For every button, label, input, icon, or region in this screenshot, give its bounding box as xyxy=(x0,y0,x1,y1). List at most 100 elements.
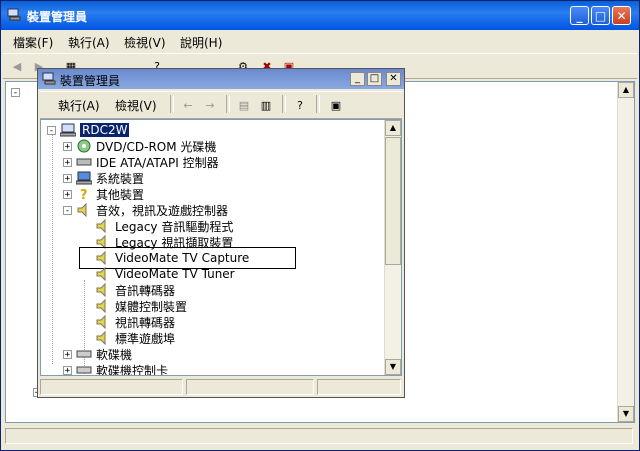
inner-update-driver-icon[interactable]: ▣ xyxy=(328,97,344,113)
inner-scroll-thumb[interactable] xyxy=(385,137,401,265)
child-videomate-capture[interactable]: VideoMate TV Capture xyxy=(95,250,249,266)
ide-expander[interactable]: + xyxy=(63,157,72,167)
system-expander[interactable]: + xyxy=(63,173,72,183)
outer-title: 裝置管理員 xyxy=(27,10,88,24)
tree-item-ide[interactable]: + IDE ATA/ATAPI 控制器 xyxy=(63,154,219,170)
child-video-codec-label: 視訊轉碼器 xyxy=(115,315,176,330)
inner-menu-action[interactable]: 執行(A) xyxy=(58,97,100,114)
child-legacy-audio-label: Legacy 音訊驅動程式 xyxy=(115,219,234,234)
inner-title: 裝置管理員 xyxy=(60,74,121,88)
inner-status-cell-3 xyxy=(317,379,401,395)
inner-close-button[interactable]: ✕ xyxy=(386,72,401,86)
speaker-icon xyxy=(96,219,106,233)
child-game-port[interactable]: 標準遊戲埠 xyxy=(95,330,175,346)
outer-vscroll[interactable]: ▲ ▼ xyxy=(617,82,634,422)
inner-menu-view[interactable]: 檢視(V) xyxy=(115,97,157,114)
menu-action[interactable]: 執行(A) xyxy=(68,34,110,51)
inner-vscroll[interactable]: ▲ ▼ xyxy=(384,120,401,375)
dvd-expander[interactable]: + xyxy=(63,141,72,151)
maximize-button[interactable]: □ xyxy=(591,6,610,25)
outer-scroll-up[interactable]: ▲ xyxy=(618,82,634,98)
outer-menubar: 檔案(F) 執行(A) 檢視(V) 說明(H) xyxy=(3,31,637,52)
child-audio-codec-label: 音訊轉碼器 xyxy=(115,283,176,298)
device-manager-icon xyxy=(7,8,21,21)
inner-statusbar xyxy=(40,377,402,397)
speaker-icon xyxy=(96,315,106,329)
speaker-icon xyxy=(96,251,106,265)
inner-status-cell-2 xyxy=(186,379,314,395)
show-hide-tree-icon[interactable]: ▥ xyxy=(258,97,274,113)
other-expander[interactable]: + xyxy=(63,189,72,199)
child-videomate-capture-label: VideoMate TV Capture xyxy=(115,251,250,265)
outer-statusbar xyxy=(3,426,637,448)
menu-view[interactable]: 檢視(V) xyxy=(124,34,166,51)
floppy-expander[interactable]: + xyxy=(63,349,72,359)
speaker-icon xyxy=(96,331,106,345)
inner-help-icon[interactable]: ? xyxy=(292,97,308,113)
sound-expander[interactable]: - xyxy=(63,205,72,215)
back-icon[interactable]: ◀ xyxy=(9,58,25,74)
child-media-control-label: 媒體控制裝置 xyxy=(115,299,188,314)
child-media-control[interactable]: 媒體控制裝置 xyxy=(95,298,187,314)
tree-item-dvd[interactable]: + DVD/CD-ROM 光碟機 xyxy=(63,138,216,154)
question-icon: ? xyxy=(80,188,88,201)
child-audio-codec[interactable]: 音訊轉碼器 xyxy=(95,282,175,298)
inner-maximize-button[interactable]: □ xyxy=(367,72,382,86)
child-video-codec[interactable]: 視訊轉碼器 xyxy=(95,314,175,330)
tree-item-other[interactable]: + ? 其他裝置 xyxy=(63,186,144,202)
computer-icon xyxy=(60,123,76,137)
speaker-icon xyxy=(96,267,106,281)
tree-item-floppy-label: 軟碟機 xyxy=(96,347,133,362)
menu-help[interactable]: 說明(H) xyxy=(180,34,222,51)
tree-item-sound-label: 音效，視訊及遊戲控制器 xyxy=(96,203,229,218)
tree-item-floppy-controller[interactable]: + 軟碟機控制卡 xyxy=(63,362,169,376)
floppy-controller-expander[interactable]: + xyxy=(63,365,72,375)
toolbar-separator-3 xyxy=(282,95,286,113)
tree-line xyxy=(52,134,53,364)
inner-tree: - RDC2W + DVD/CD-ROM 光碟機 + IDE ATA/ATAPI… xyxy=(40,119,402,376)
inner-device-manager-icon xyxy=(42,72,56,85)
tree-item-dvd-label: DVD/CD-ROM 光碟機 xyxy=(96,139,217,154)
tree-root-row[interactable]: - RDC2W xyxy=(47,122,130,138)
speaker-icon xyxy=(96,299,106,313)
toolbar-separator-4 xyxy=(316,95,320,113)
outer-status-cell xyxy=(5,428,633,444)
ide-icon xyxy=(76,158,92,166)
tree-item-sound[interactable]: - 音效，視訊及遊戲控制器 xyxy=(63,202,228,218)
inner-scroll-down[interactable]: ▼ xyxy=(385,359,401,375)
menu-file[interactable]: 檔案(F) xyxy=(13,34,53,51)
computer-icon xyxy=(76,171,92,185)
outer-scroll-down[interactable]: ▼ xyxy=(618,406,634,422)
inner-status-cell-1 xyxy=(40,379,183,395)
svg-text:?: ? xyxy=(80,188,88,201)
inner-back-icon[interactable]: ← xyxy=(180,97,196,113)
cdrom-icon xyxy=(77,139,91,153)
tree-item-system-label: 系統裝置 xyxy=(96,171,145,186)
inner-minimize-button[interactable]: _ xyxy=(350,72,365,86)
tree-item-system[interactable]: + 系統裝置 xyxy=(63,170,144,186)
close-button[interactable]: ✕ xyxy=(612,6,631,25)
inner-forward-icon[interactable]: → xyxy=(202,97,218,113)
child-game-port-label: 標準遊戲埠 xyxy=(115,331,176,346)
inner-window: 裝置管理員 _ □ ✕ 執行(A) 檢視(V) ← → ▤ ▥ ? ▣ - RD… xyxy=(37,68,405,398)
floppy-icon xyxy=(76,350,92,358)
tree-item-other-label: 其他裝置 xyxy=(96,187,145,202)
outer-root-expander[interactable]: - xyxy=(11,88,20,98)
up-folder-icon[interactable]: ▤ xyxy=(236,97,252,113)
floppy-controller-icon xyxy=(76,366,92,374)
tree-item-ide-label: IDE ATA/ATAPI 控制器 xyxy=(96,155,219,170)
toolbar-separator-2 xyxy=(226,95,230,113)
inner-scroll-up[interactable]: ▲ xyxy=(385,120,401,136)
root-expander[interactable]: - xyxy=(47,125,56,135)
speaker-icon xyxy=(96,283,106,297)
minimize-button[interactable]: _ xyxy=(570,6,589,25)
tree-item-floppy-controller-label: 軟碟機控制卡 xyxy=(96,363,169,376)
child-legacy-audio[interactable]: Legacy 音訊驅動程式 xyxy=(95,218,233,234)
inner-titlebar[interactable]: 裝置管理員 _ □ ✕ xyxy=(38,69,404,89)
tree-root-label: RDC2W xyxy=(80,123,130,137)
tree-item-floppy[interactable]: + 軟碟機 xyxy=(63,346,132,362)
outer-titlebar[interactable]: 裝置管理員 _ □ ✕ xyxy=(1,1,639,30)
toolbar-separator xyxy=(170,95,174,113)
speaker-icon xyxy=(77,203,87,217)
child-videomate-tuner[interactable]: VideoMate TV Tuner xyxy=(95,266,235,282)
